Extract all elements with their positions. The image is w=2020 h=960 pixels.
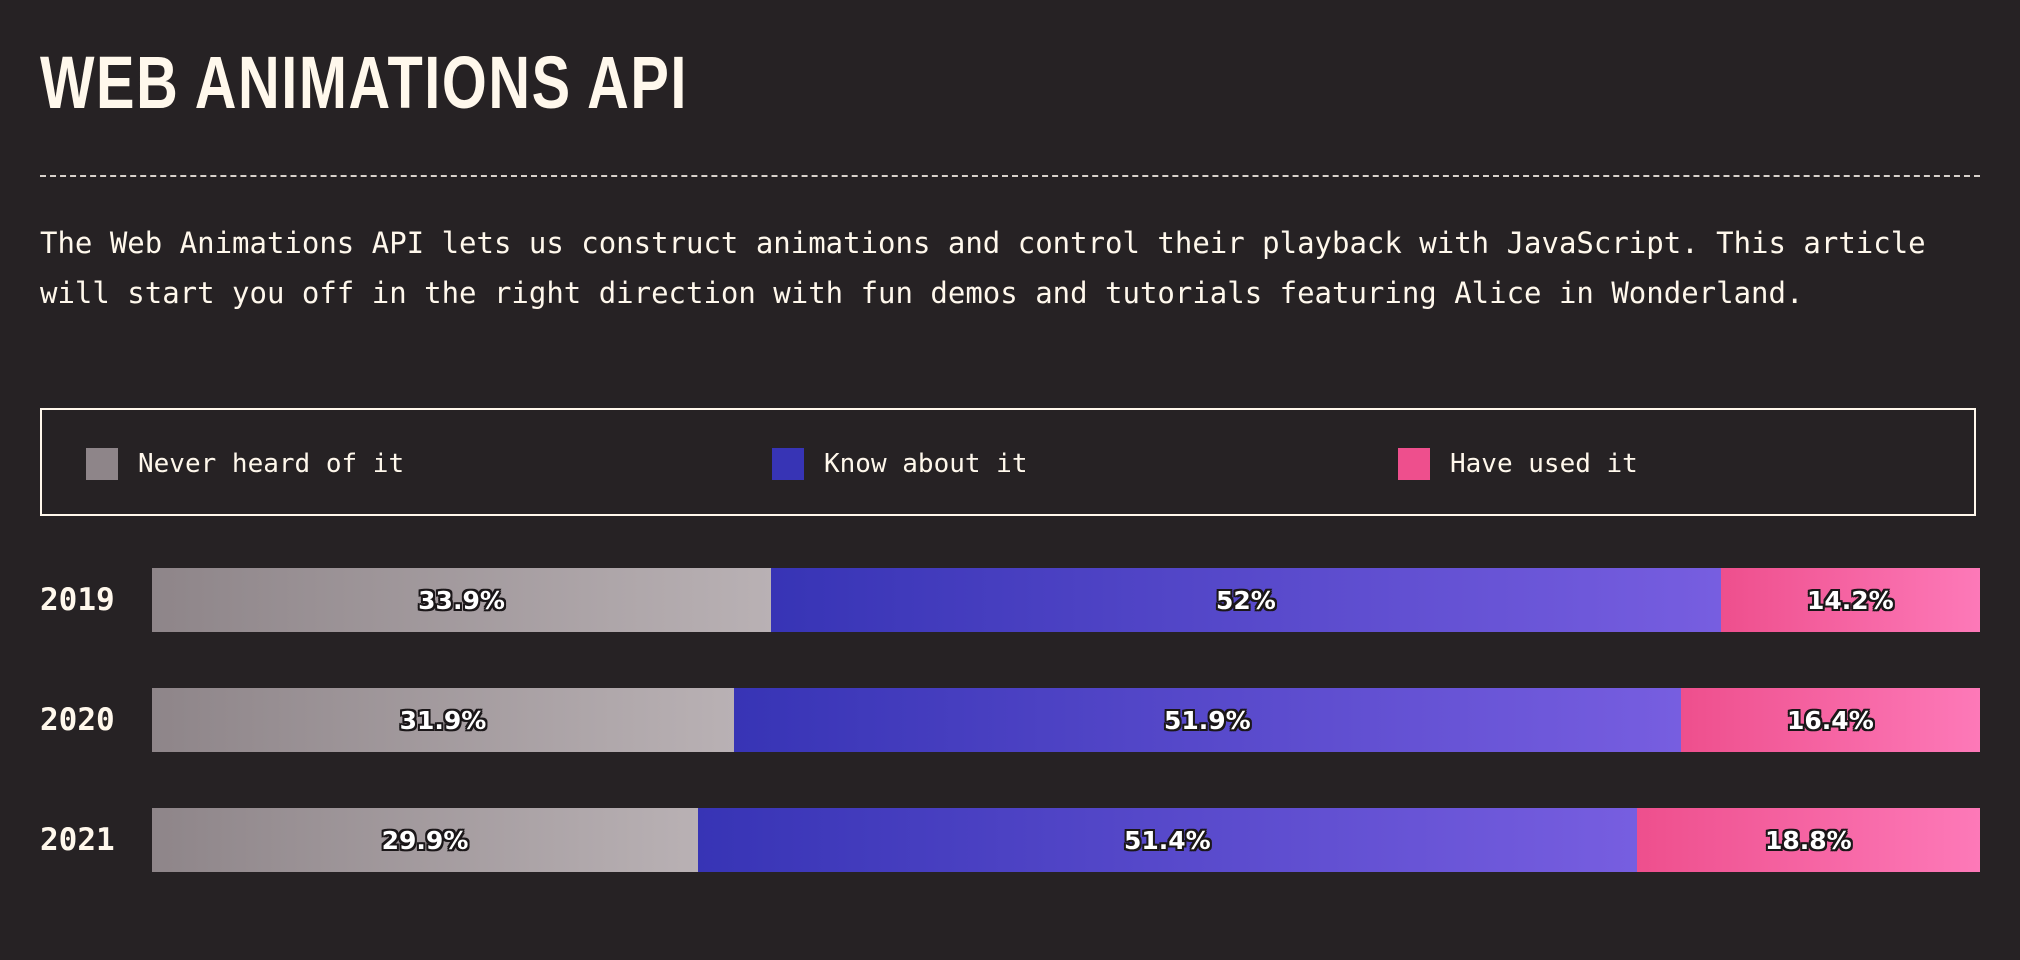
bar-row-2019: 2019 33.9% 52% 14.2%: [0, 568, 2020, 632]
bar-segment-never: 33.9%: [152, 568, 772, 632]
bar-segment-never: 31.9%: [152, 688, 734, 752]
year-label: 2020: [40, 702, 115, 738]
data-label: 33.9%: [418, 585, 505, 615]
bar-track: 31.9% 51.9% 16.4%: [152, 688, 1980, 752]
bar-segment-used: 16.4%: [1680, 688, 1980, 752]
year-label: 2019: [40, 582, 115, 618]
bar-row-2021: 2021 29.9% 51.4% 18.8%: [0, 808, 2020, 872]
bar-segment-used: 14.2%: [1720, 568, 1980, 632]
bar-row-2020: 2020 31.9% 51.9% 16.4%: [0, 688, 2020, 752]
bar-segment-used: 18.8%: [1636, 808, 1980, 872]
data-label: 51.9%: [1164, 705, 1251, 735]
data-label: 14.2%: [1806, 585, 1894, 615]
bar-segment-know: 51.4%: [698, 808, 1637, 872]
bar-track: 29.9% 51.4% 18.8%: [152, 808, 1980, 872]
bar-segment-know: 52%: [771, 568, 1721, 632]
page: WEB ANIMATIONS API The Web Animations AP…: [0, 0, 2020, 960]
data-label: 31.9%: [399, 705, 487, 735]
bar-segment-know: 51.9%: [733, 688, 1681, 752]
data-label: 52%: [1215, 585, 1276, 615]
data-label: 18.8%: [1764, 825, 1852, 855]
data-label: 16.4%: [1787, 705, 1874, 735]
year-label: 2021: [40, 822, 115, 858]
bar-track: 33.9% 52% 14.2%: [152, 568, 1980, 632]
data-label: 29.9%: [381, 825, 469, 855]
data-label: 51.4%: [1123, 825, 1211, 855]
stacked-bar-chart: 2019 33.9% 52% 14.2% 2020 31.9% 51.9% 16.4% 2021…: [0, 0, 2020, 960]
bar-segment-never: 29.9%: [152, 808, 699, 872]
